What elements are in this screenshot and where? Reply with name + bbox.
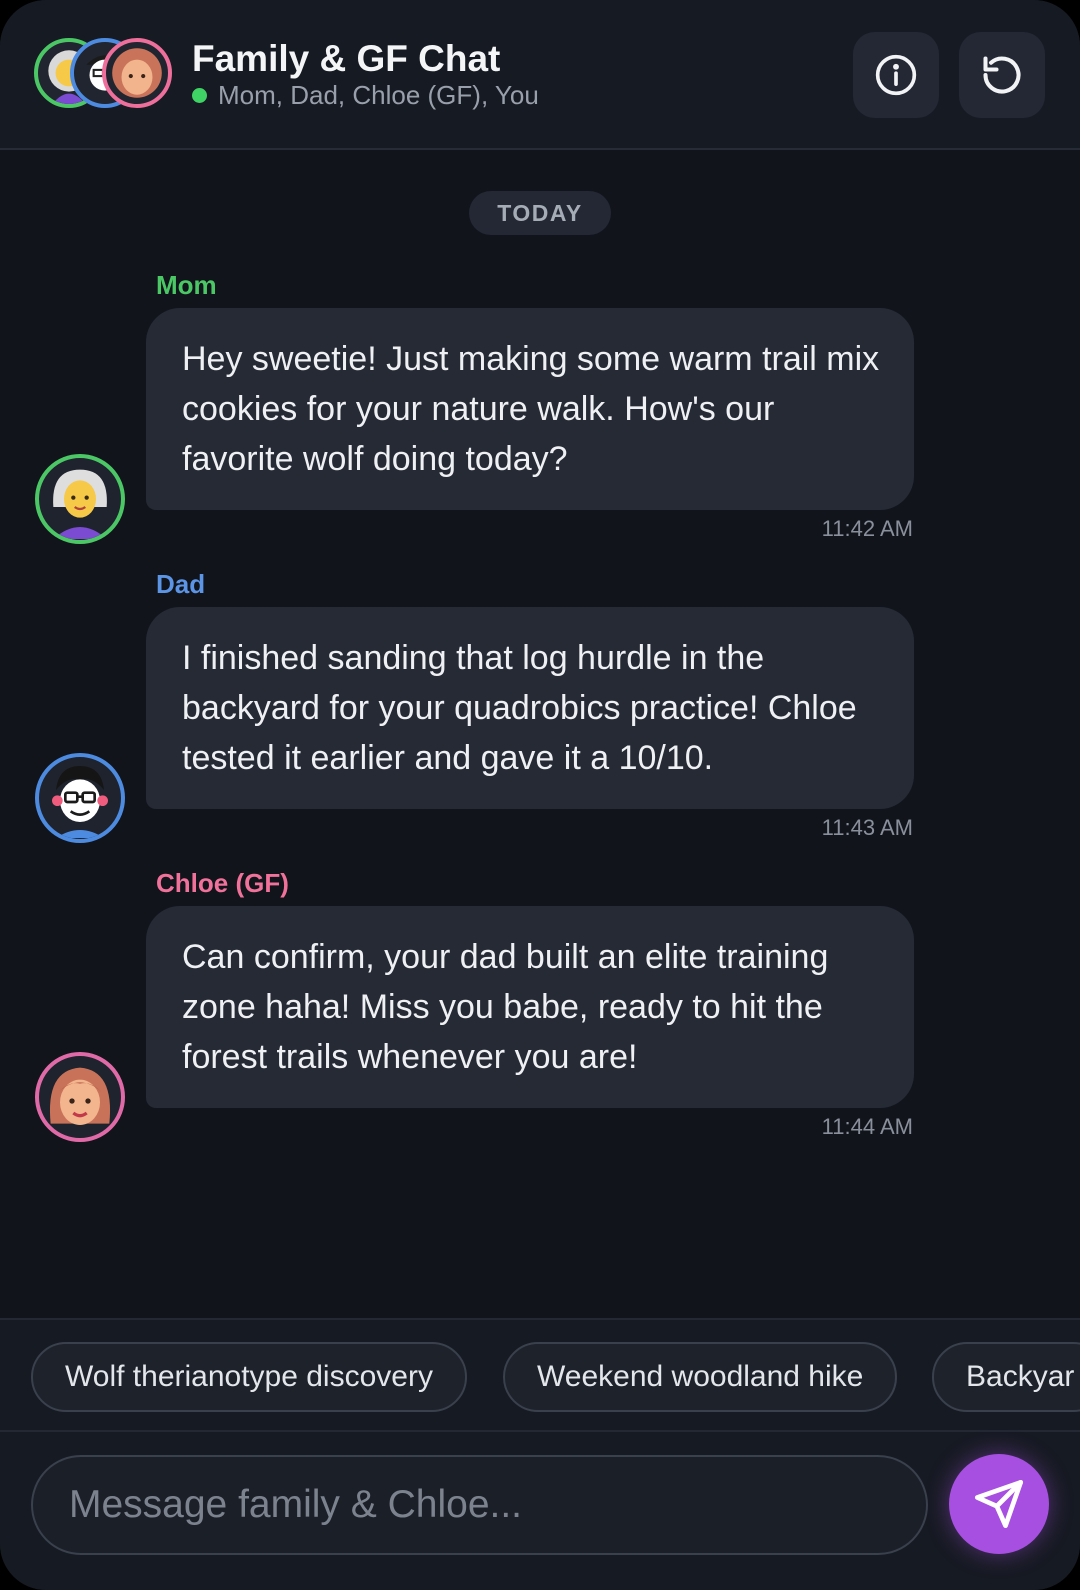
chat-header: Family & GF Chat Mom, Dad, Chloe (GF), Y… xyxy=(0,0,1080,150)
date-divider: TODAY xyxy=(469,191,611,235)
dad-avatar[interactable] xyxy=(35,753,125,843)
mom-avatar[interactable] xyxy=(35,454,125,544)
refresh-icon xyxy=(983,56,1021,94)
message-input[interactable] xyxy=(31,1455,928,1555)
sender-name: Mom xyxy=(156,270,217,300)
message-time: 11:42 AM xyxy=(821,516,913,541)
message-bubble[interactable]: Can confirm, your dad built an elite tra… xyxy=(146,906,914,1108)
message-bubble[interactable]: Hey sweetie! Just making some warm trail… xyxy=(146,308,914,510)
online-status-dot xyxy=(192,88,207,103)
message-bubble[interactable]: I finished sanding that log hurdle in th… xyxy=(146,607,914,809)
suggestion-bar: Wolf therianotype discovery Weekend wood… xyxy=(0,1318,1080,1432)
sender-name: Dad xyxy=(156,569,206,599)
info-button[interactable] xyxy=(853,32,939,118)
suggestion-chip[interactable]: Weekend woodland hike xyxy=(503,1342,898,1412)
message-time: 11:44 AM xyxy=(821,1114,913,1139)
chat-title: Family & GF Chat xyxy=(192,38,501,79)
reset-chat-button[interactable] xyxy=(959,32,1045,118)
sender-name: Chloe (GF) xyxy=(156,868,289,898)
info-icon xyxy=(875,54,917,96)
chat-members: Mom, Dad, Chloe (GF), You xyxy=(192,80,539,111)
suggestion-chip[interactable]: Backyar xyxy=(932,1342,1080,1412)
chat-app: Family & GF Chat Mom, Dad, Chloe (GF), Y… xyxy=(0,0,1080,1590)
chloe-avatar-small xyxy=(102,38,172,108)
group-avatars xyxy=(34,38,174,112)
send-icon xyxy=(974,1479,1024,1529)
send-button[interactable] xyxy=(949,1454,1049,1554)
suggestion-chip[interactable]: Wolf therianotype discovery xyxy=(31,1342,467,1412)
chloe-avatar[interactable] xyxy=(35,1052,125,1142)
members-list: Mom, Dad, Chloe (GF), You xyxy=(218,80,539,110)
message-time: 11:43 AM xyxy=(821,815,913,840)
composer xyxy=(0,1432,1080,1590)
